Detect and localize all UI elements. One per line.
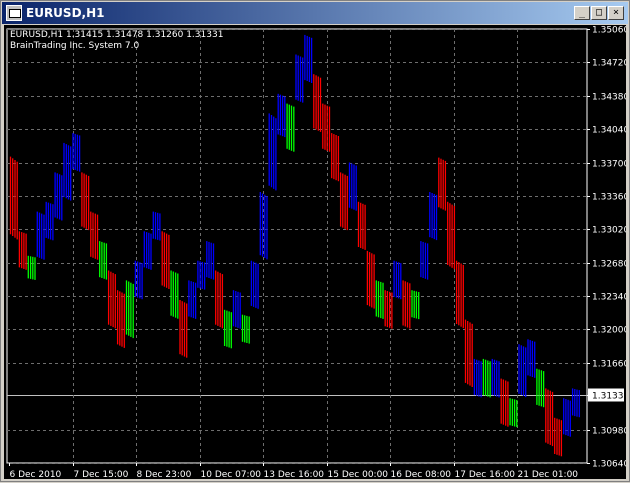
maximize-button[interactable]: □ (591, 6, 607, 20)
plot-frame (6, 28, 588, 464)
y-tick-label: 1.30980 (592, 427, 626, 437)
x-tick-label: 7 Dec 15:00 (74, 470, 129, 479)
y-tick-label: 1.31331 (592, 392, 626, 402)
window-title: EURUSD,H1 (26, 6, 105, 20)
y-tick-label: 1.33700 (592, 160, 626, 170)
x-tick-label: 15 Dec 00:00 (328, 470, 389, 479)
title-bar[interactable]: EURUSD,H1 _ □ × (2, 2, 628, 24)
indicator-label: BrainTrading Inc. System 7.0 (10, 41, 140, 51)
y-tick-label: 1.30640 (592, 460, 626, 470)
y-tick-label: 1.34380 (592, 93, 626, 103)
symbol-ohlc-readout: EURUSD,H1 1.31415 1.31478 1.31260 1.3133… (10, 30, 224, 40)
chart-window: EURUSD,H1 _ □ × 1.35060 1.34720 1.34380 1.3… (0, 0, 630, 482)
x-tick-label: 13 Dec 16:00 (264, 470, 325, 479)
x-tick-label: 17 Dec 16:00 (455, 470, 516, 479)
y-tick-label: 1.34720 (592, 59, 626, 69)
y-tick-label: 1.34040 (592, 126, 626, 136)
x-tick-label: 8 Dec 23:00 (137, 470, 192, 479)
chart-info: EURUSD,H1 1.31415 1.31478 1.31260 1.3133… (10, 30, 223, 52)
chart-area[interactable]: 1.35060 1.34720 1.34380 1.34040 1.33700 1.333… (4, 25, 629, 480)
y-tick-label: 1.33020 (592, 226, 626, 236)
y-tick-label: 1.32340 (592, 293, 626, 303)
y-tick-label: 1.32680 (592, 260, 626, 270)
x-tick-label: 21 Dec 01:00 (518, 470, 579, 479)
x-tick-label: 10 Dec 07:00 (201, 470, 262, 479)
y-tick-label: 1.32000 (592, 326, 626, 336)
close-button[interactable]: × (608, 6, 624, 20)
y-tick-label: 1.35060 (592, 26, 626, 36)
chart-window-icon[interactable] (6, 5, 22, 21)
y-tick-label: 1.33360 (592, 193, 626, 203)
x-tick-label: 16 Dec 08:00 (391, 470, 452, 479)
x-tick-label: 6 Dec 2010 (10, 470, 62, 479)
price-chart[interactable]: 1.35060 1.34720 1.34380 1.34040 1.33700 1.333… (4, 25, 629, 480)
y-tick-label: 1.31660 (592, 360, 626, 370)
minimize-button[interactable]: _ (574, 6, 590, 20)
